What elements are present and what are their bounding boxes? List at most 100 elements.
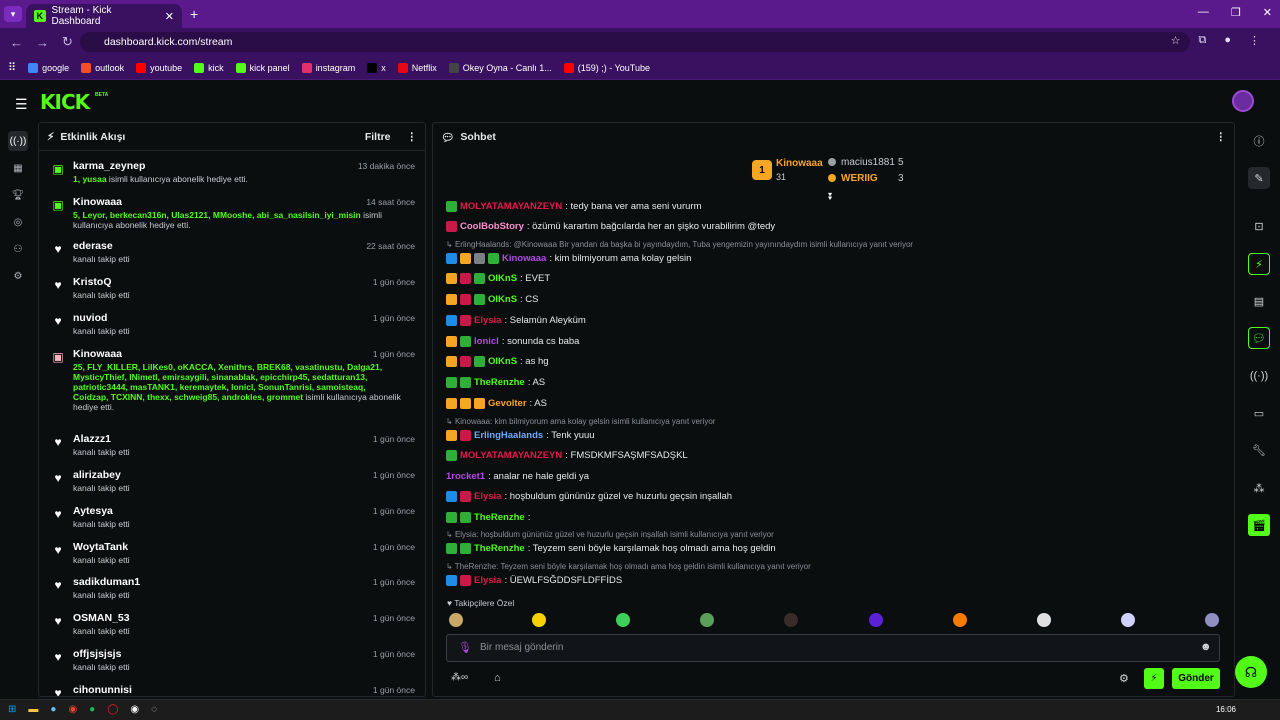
chat-username[interactable]: Ionicl <box>474 336 499 347</box>
chat-username[interactable]: Kinowaaa <box>502 253 546 264</box>
store-icon[interactable]: ⌂ <box>494 672 501 684</box>
kick-bot-icon[interactable]: ⚡︎ <box>1144 668 1164 689</box>
chat-username[interactable]: TheRenzhe <box>474 377 525 388</box>
chat-username[interactable]: TheRenzhe <box>474 512 525 523</box>
stack-icon[interactable]: ▭ <box>1248 402 1270 424</box>
chat-username[interactable]: OIKnS <box>488 273 517 284</box>
obs-icon[interactable]: ◌ <box>151 704 157 715</box>
event-username[interactable]: Kinowaaa <box>73 348 122 360</box>
bookmark-item[interactable]: (159) ;) - YouTube <box>563 62 650 73</box>
chat-username[interactable]: Elysia <box>474 315 501 326</box>
event-username[interactable]: Alazzz1 <box>73 433 111 445</box>
chat-username[interactable]: OIKnS <box>488 294 517 305</box>
chat-username[interactable]: CoolBobStory <box>460 221 524 232</box>
browser-menu-icon[interactable]: ⋮ <box>1249 34 1260 47</box>
bookmark-item[interactable]: google <box>28 62 69 73</box>
chat-username[interactable]: MOLYATAMAYANZEYN <box>460 450 562 461</box>
broadcast-icon[interactable]: ((·)) <box>1248 365 1270 387</box>
edit-icon[interactable]: ✎ <box>1248 167 1270 189</box>
bookmark-item[interactable]: x <box>367 62 386 73</box>
emote-icon[interactable] <box>532 613 546 627</box>
chat-username[interactable]: 1rocket1 <box>446 471 485 482</box>
event-username[interactable]: Kinowaaa <box>73 196 122 208</box>
event-username[interactable]: karma_zeynep <box>73 160 145 172</box>
wrench-icon[interactable]: 🔧︎ <box>1248 439 1270 461</box>
settings-nav-icon[interactable]: ⚙ <box>8 266 28 286</box>
emote-icon[interactable] <box>616 613 630 627</box>
opera-icon[interactable]: ◯ <box>107 704 118 715</box>
emote-icon[interactable] <box>700 613 714 627</box>
user-avatar[interactable] <box>1232 90 1254 112</box>
bookmark-item[interactable]: Okey Oyna - Canlı 1... <box>448 62 552 73</box>
chat-settings-icon[interactable]: ⚙ <box>1119 672 1129 685</box>
info-icon[interactable]: ⓘ <box>1248 130 1270 152</box>
chat-username[interactable]: OIKnS <box>488 356 517 367</box>
scroll-down-icon[interactable]: ⏬︎ <box>828 192 833 203</box>
event-username[interactable]: ederase <box>73 240 113 252</box>
restore-icon[interactable]: ❐ <box>1231 6 1241 19</box>
event-username[interactable]: Aytesya <box>73 505 113 517</box>
points-icon[interactable]: ⁂∞ <box>451 672 468 683</box>
event-username[interactable]: sadikduman1 <box>73 576 140 588</box>
menu-icon[interactable]: ☰ <box>15 96 28 113</box>
forward-icon[interactable]: → <box>36 35 52 50</box>
emoji-icon[interactable]: ☻ <box>1200 641 1212 653</box>
emote-icon[interactable] <box>1205 613 1219 627</box>
emote-icon[interactable] <box>1037 613 1051 627</box>
file-explorer-icon[interactable]: ▬ <box>28 704 38 715</box>
moderation-nav-icon[interactable]: ◎ <box>8 212 28 232</box>
emote-icon[interactable] <box>784 613 798 627</box>
reload-icon[interactable]: ↻ <box>62 34 78 50</box>
bookmark-item[interactable]: outlook <box>81 62 124 73</box>
event-username[interactable]: KristoQ <box>73 276 112 288</box>
chat-username[interactable]: Gevolter <box>488 398 527 409</box>
community-icon[interactable]: ⁂ <box>1248 477 1270 499</box>
community-nav-icon[interactable]: ⚇ <box>8 239 28 259</box>
extensions-icon[interactable]: ⧉ <box>1198 34 1206 47</box>
kick-logo[interactable]: KICK <box>40 90 90 114</box>
chrome-icon[interactable]: ◉ <box>68 704 77 715</box>
spotify-icon[interactable]: ● <box>89 704 95 715</box>
mic-icon[interactable]: 🎙︎ <box>458 641 472 654</box>
quick-actions-icon[interactable]: ⚡︎ <box>1248 253 1270 275</box>
filter-button[interactable]: Filtre <box>365 131 391 143</box>
trophy-nav-icon[interactable]: 🏆︎ <box>8 185 28 205</box>
url-bar[interactable]: dashboard.kick.com/stream <box>80 32 1190 52</box>
analytics-nav-icon[interactable]: ▦ <box>8 158 28 178</box>
chat-username[interactable]: Elysia <box>474 575 501 586</box>
event-username[interactable]: offjsjsjsjs <box>73 648 121 660</box>
bookmark-item[interactable]: youtube <box>136 62 182 73</box>
event-username[interactable]: cihonunnisi <box>73 684 132 696</box>
event-username[interactable]: OSMAN_53 <box>73 612 130 624</box>
bookmark-item[interactable]: instagram <box>301 62 355 73</box>
stream-nav-icon[interactable]: ((·)) <box>8 131 28 151</box>
emote-icon[interactable] <box>449 613 463 627</box>
event-username[interactable]: nuviod <box>73 312 107 324</box>
chat-username[interactable]: ErlingHaalands <box>474 430 543 441</box>
bookmark-item[interactable]: kick panel <box>235 62 290 73</box>
send-button[interactable]: Gönder <box>1172 668 1220 689</box>
bookmark-item[interactable]: kick <box>194 62 224 73</box>
chat-more-icon[interactable]: ⋮ <box>1216 131 1227 143</box>
emote-icon[interactable] <box>953 613 967 627</box>
close-tab-icon[interactable]: ✕ <box>165 10 174 23</box>
chat-username[interactable]: TheRenzhe <box>474 543 525 554</box>
windows-start-icon[interactable]: ⊞ <box>8 704 16 715</box>
chat-toggle-icon[interactable]: 💬︎ <box>1248 327 1270 349</box>
new-tab-icon[interactable]: + <box>190 6 198 22</box>
minimize-icon[interactable]: — <box>1198 6 1209 19</box>
event-username[interactable]: alirizabey <box>73 469 121 481</box>
bookmark-item[interactable]: Netflix <box>397 62 437 73</box>
chrome-active-icon[interactable]: ◉ <box>130 704 139 715</box>
clapperboard-icon[interactable]: 🎬︎ <box>1248 514 1270 536</box>
emote-icon[interactable] <box>1121 613 1135 627</box>
tab-search-icon[interactable]: ▾ <box>4 6 22 22</box>
help-chat-icon[interactable]: ☊ <box>1235 656 1267 688</box>
back-icon[interactable]: ← <box>10 35 26 50</box>
steam-icon[interactable]: ● <box>50 704 56 715</box>
chat-username[interactable]: MOLYATAMAYANZEYN <box>460 201 562 212</box>
target-icon[interactable]: ⊡ <box>1248 215 1270 237</box>
event-username[interactable]: WoytaTank <box>73 541 128 553</box>
emote-icon[interactable] <box>869 613 883 627</box>
apps-icon[interactable]: ⠿ <box>8 61 16 74</box>
